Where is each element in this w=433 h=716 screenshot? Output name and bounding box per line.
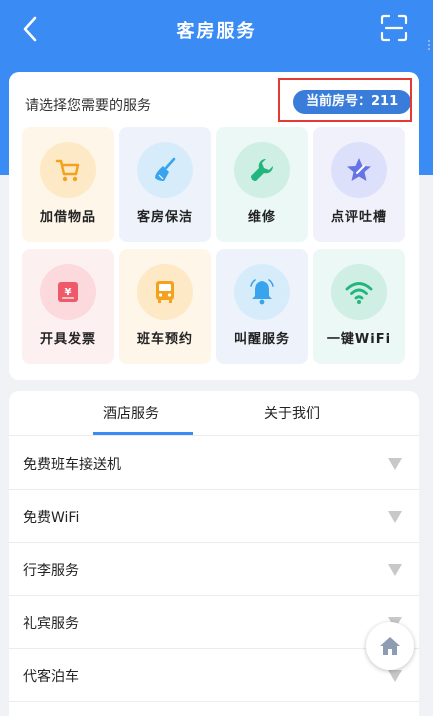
tile-one-click-wifi[interactable]: 一键WiFi [313, 249, 405, 364]
scan-icon [380, 14, 408, 42]
tab-about-us[interactable]: 关于我们 [264, 403, 320, 423]
tile-label: 客房保洁 [136, 210, 193, 225]
broom-icon [155, 157, 176, 181]
tile-repair[interactable]: 维修 [216, 127, 308, 242]
tile-invoice[interactable]: ¥ 开具发票 [22, 249, 114, 364]
tile-label: 班车预约 [136, 332, 193, 347]
svg-text:¥: ¥ [65, 287, 72, 298]
list-item-label: 行李服务 [23, 563, 79, 579]
wrench-icon [251, 158, 274, 181]
caret-down-icon [388, 458, 402, 470]
more-dots-icon [427, 38, 432, 52]
list-item[interactable]: 免费班车接送机 [9, 437, 419, 490]
list-item[interactable]: 免费WiFi [9, 490, 419, 543]
invoice-icon: ¥ [58, 282, 78, 302]
list-item[interactable]: 礼宾服务 [9, 596, 419, 649]
list-item-label: 礼宾服务 [23, 616, 79, 632]
tile-label: 开具发票 [39, 332, 96, 347]
info-card: 酒店服务 关于我们 免费班车接送机 免费WiFi 行李服务 礼宾服务 代客泊车 [9, 391, 419, 716]
services-card: 请选择您需要的服务 当前房号：211 加借物品 客房保洁 维修 点评吐槽 ¥ 开… [9, 72, 419, 380]
tile-label: 维修 [247, 210, 276, 225]
tab-hotel-services[interactable]: 酒店服务 [103, 403, 159, 423]
tile-label: 加借物品 [39, 210, 96, 225]
home-icon [380, 637, 400, 655]
tile-room-cleaning[interactable]: 客房保洁 [119, 127, 211, 242]
tab-divider [9, 435, 419, 436]
bus-icon [156, 281, 174, 303]
scan-button[interactable] [380, 14, 408, 42]
room-badge-highlight [278, 78, 412, 122]
caret-down-icon [388, 670, 402, 682]
tile-label: 一键WiFi [326, 332, 392, 347]
star-pen-icon [347, 158, 371, 181]
page-title: 客房服务 [176, 21, 257, 42]
caret-down-icon [388, 511, 402, 523]
list-item[interactable]: 代客泊车 [9, 649, 419, 702]
list-item[interactable]: 行李服务 [9, 543, 419, 596]
tile-review[interactable]: 点评吐槽 [313, 127, 405, 242]
wifi-icon [345, 282, 373, 304]
caret-down-icon [388, 564, 402, 576]
tile-borrow-items[interactable]: 加借物品 [22, 127, 114, 242]
list-item-label: 免费班车接送机 [23, 457, 121, 473]
list-item-label: 代客泊车 [23, 669, 79, 685]
tile-shuttle-booking[interactable]: 班车预约 [119, 249, 211, 364]
bell-icon [250, 279, 274, 305]
tile-label: 点评吐槽 [330, 210, 387, 225]
service-prompt: 请选择您需要的服务 [25, 98, 151, 114]
tile-label: 叫醒服务 [233, 332, 290, 347]
cart-icon [55, 159, 80, 182]
list-item-label: 免费WiFi [23, 510, 80, 526]
home-button[interactable] [366, 622, 414, 670]
tile-wake-up-call[interactable]: 叫醒服务 [216, 249, 308, 364]
top-bar: 客房服务 [0, 0, 433, 58]
